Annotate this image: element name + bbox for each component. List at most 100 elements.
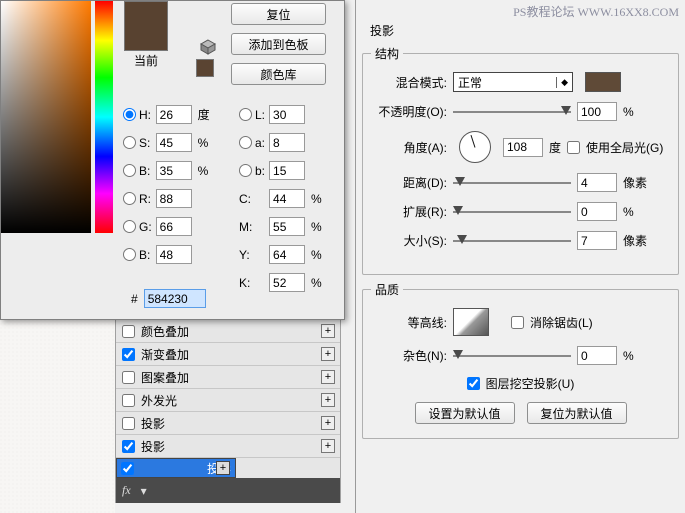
size-label: 大小(S): (371, 232, 447, 249)
set-default-button[interactable]: 设置为默认值 (415, 402, 515, 424)
size-slider[interactable] (453, 234, 571, 248)
fx-checkbox[interactable] (122, 348, 135, 361)
fx-row-0[interactable]: 颜色叠加+ (116, 320, 340, 343)
shadow-color-swatch[interactable] (585, 72, 621, 92)
a-input[interactable] (269, 133, 305, 152)
k-label: K: (239, 276, 265, 290)
blab-radio[interactable] (239, 164, 252, 177)
y-label: Y: (239, 248, 265, 262)
angle-dial[interactable] (459, 131, 491, 163)
b-hsb-unit: % (198, 164, 216, 178)
chevron-down-icon: ◆ (556, 77, 568, 88)
k-input[interactable] (269, 273, 305, 292)
fx-label: 投影 (141, 438, 165, 455)
b-lab-label: b: (255, 164, 265, 178)
fx-checkbox[interactable] (122, 371, 135, 384)
angle-input[interactable] (503, 138, 543, 157)
noise-input[interactable] (577, 346, 617, 365)
color-field[interactable] (1, 1, 91, 233)
plus-icon[interactable]: + (321, 324, 335, 338)
r-input[interactable] (156, 189, 192, 208)
h-radio[interactable] (123, 108, 136, 121)
b-hsb-label: B: (139, 164, 150, 178)
fx-checkbox[interactable] (122, 417, 135, 430)
b-radio[interactable] (123, 164, 136, 177)
fx-label: 投影 (141, 415, 165, 432)
b-rgb-label: B: (139, 248, 150, 262)
plus-icon[interactable]: + (321, 393, 335, 407)
plus-icon[interactable]: + (216, 461, 230, 475)
spread-slider[interactable] (453, 205, 571, 219)
section-title: 投影 (356, 22, 685, 39)
effects-list-panel: 颜色叠加+渐变叠加+图案叠加+外发光+投影+投影+投影+ fx ▾ (115, 320, 341, 503)
a-radio[interactable] (239, 136, 252, 149)
blend-mode-value: 正常 (458, 74, 482, 91)
distance-slider[interactable] (453, 176, 571, 190)
reset-default-button[interactable]: 复位为默认值 (527, 402, 627, 424)
color-libraries-button[interactable]: 颜色库 (231, 63, 326, 85)
fx-icon[interactable]: fx (122, 483, 131, 498)
plus-icon[interactable]: + (321, 439, 335, 453)
spread-unit: % (623, 205, 634, 219)
size-input[interactable] (577, 231, 617, 250)
antialias-checkbox[interactable] (511, 316, 524, 329)
effects-footer: fx ▾ (116, 478, 340, 503)
h-input[interactable] (156, 105, 192, 124)
distance-input[interactable] (577, 173, 617, 192)
y-input[interactable] (269, 245, 305, 264)
m-label: M: (239, 220, 265, 234)
current-color-label: 当前 (124, 52, 168, 69)
fx-checkbox[interactable] (121, 462, 134, 475)
hex-input[interactable] (144, 289, 206, 308)
antialias-label: 消除锯齿(L) (530, 314, 593, 331)
h-label: H: (139, 108, 151, 122)
b-rgb-input[interactable] (156, 245, 192, 264)
s-input[interactable] (156, 133, 192, 152)
global-light-checkbox[interactable] (567, 141, 580, 154)
structure-fieldset: 结构 混合模式: 正常 ◆ 不透明度(O): % 角度(A): 度 (362, 45, 679, 275)
g-input[interactable] (156, 217, 192, 236)
brgb-radio[interactable] (123, 248, 136, 261)
l-label: L: (255, 108, 265, 122)
fx-row-3[interactable]: 外发光+ (116, 389, 340, 412)
fx-row-2[interactable]: 图案叠加+ (116, 366, 340, 389)
plus-icon[interactable]: + (321, 370, 335, 384)
fx-row-1[interactable]: 渐变叠加+ (116, 343, 340, 366)
noise-slider[interactable] (453, 349, 571, 363)
fx-row-6[interactable]: 投影+ (116, 458, 236, 478)
blend-mode-select[interactable]: 正常 ◆ (453, 72, 573, 92)
plus-icon[interactable]: + (321, 416, 335, 430)
add-swatch-button[interactable]: 添加到色板 (231, 33, 326, 55)
opacity-input[interactable] (577, 102, 617, 121)
size-unit: 像素 (623, 232, 647, 249)
fx-row-4[interactable]: 投影 + (116, 412, 340, 435)
knockout-checkbox[interactable] (467, 377, 480, 390)
current-color-swatch[interactable] (124, 1, 168, 51)
b-lab-input[interactable] (269, 161, 305, 180)
contour-picker[interactable] (453, 308, 489, 336)
plus-icon[interactable]: + (321, 347, 335, 361)
l-radio[interactable] (239, 108, 252, 121)
chevron-down-icon[interactable]: ▾ (141, 484, 147, 498)
reset-button[interactable]: 复位 (231, 3, 326, 25)
structure-legend: 结构 (371, 45, 403, 62)
g-radio[interactable] (123, 220, 136, 233)
cube-icon[interactable] (200, 39, 216, 55)
s-radio[interactable] (123, 136, 136, 149)
opacity-slider[interactable] (453, 105, 571, 119)
m-input[interactable] (269, 217, 305, 236)
quality-legend: 品质 (371, 281, 403, 298)
r-radio[interactable] (123, 192, 136, 205)
fx-row-5[interactable]: 投影 + (116, 435, 340, 458)
fx-checkbox[interactable] (122, 440, 135, 453)
previous-color-swatch[interactable] (196, 59, 214, 77)
spread-input[interactable] (577, 202, 617, 221)
fx-checkbox[interactable] (122, 394, 135, 407)
hex-prefix: # (131, 292, 138, 306)
hue-strip[interactable] (95, 1, 113, 233)
l-input[interactable] (269, 105, 305, 124)
fx-checkbox[interactable] (122, 325, 135, 338)
c-input[interactable] (269, 189, 305, 208)
document-canvas (0, 315, 115, 513)
b-hsb-input[interactable] (156, 161, 192, 180)
